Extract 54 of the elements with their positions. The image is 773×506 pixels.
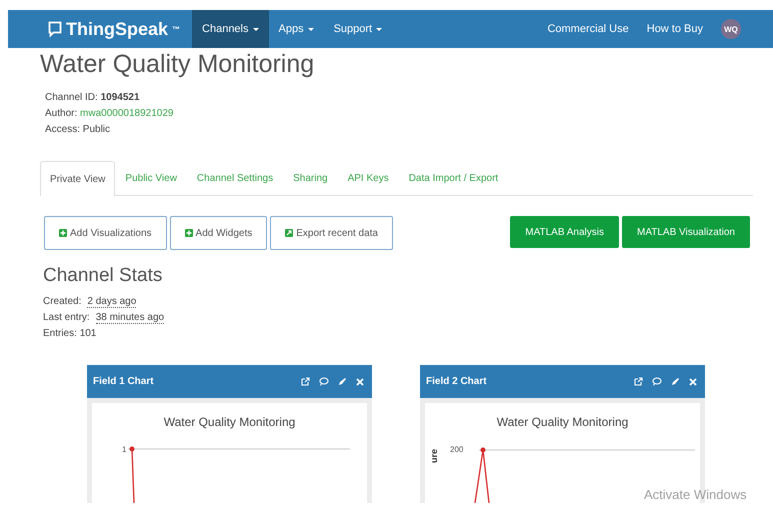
action-button[interactable]: Add Widgets: [170, 216, 268, 250]
comment-icon[interactable]: [319, 377, 329, 386]
nav-menu[interactable]: Apps: [268, 10, 324, 48]
external-link-icon[interactable]: [634, 377, 643, 386]
stat-label: Entries:: [43, 328, 77, 339]
close-icon[interactable]: [356, 378, 364, 386]
author-label: Author:: [45, 108, 78, 119]
nav-link[interactable]: How to Buy: [638, 10, 712, 48]
caret-icon: [376, 28, 382, 30]
author-link[interactable]: mwa0000018921029: [80, 108, 174, 119]
axis-tick-label: 200: [450, 445, 464, 454]
pencil-icon[interactable]: [338, 377, 347, 386]
stat-value: 2 days ago: [87, 296, 136, 308]
matlab-button[interactable]: MATLAB Analysis: [510, 216, 619, 248]
channel-id: 1094521: [100, 92, 140, 103]
stat-label: Created:: [43, 296, 82, 307]
export-icon: [285, 229, 294, 237]
chat-bubble-icon: [48, 20, 62, 38]
nav-menu[interactable]: Support: [324, 10, 392, 48]
caret-icon: [308, 28, 314, 30]
close-icon[interactable]: [689, 378, 697, 386]
tab[interactable]: Private View: [40, 161, 116, 196]
plus-icon: [59, 229, 67, 237]
nav-menu[interactable]: Channels: [192, 10, 268, 48]
channel-id-label: Channel ID:: [45, 92, 98, 103]
card-title: Field 1 Chart: [93, 376, 155, 387]
section-heading: Channel Stats: [43, 264, 164, 288]
tab[interactable]: Public View: [115, 161, 187, 195]
pencil-icon[interactable]: [671, 377, 680, 386]
action-button[interactable]: Export recent data: [270, 216, 393, 250]
stat-value: 101: [80, 328, 96, 339]
access-text: Access: Public: [45, 124, 110, 135]
tab[interactable]: Sharing: [283, 161, 338, 195]
activation-watermark: Activate Windows: [644, 487, 747, 502]
axis-label: ure: [429, 449, 439, 463]
stat-value: 38 minutes ago: [96, 312, 164, 324]
caret-icon: [252, 28, 258, 30]
action-button[interactable]: Add Visualizations: [44, 216, 167, 250]
chart-title: Water Quality Monitoring: [496, 414, 630, 429]
brand-logo[interactable]: ThingSpeak$^{™}$: [66, 10, 180, 48]
matlab-button[interactable]: MATLAB Visualization: [622, 216, 750, 248]
comment-icon[interactable]: [652, 377, 662, 386]
plus-icon: [184, 229, 193, 237]
tab[interactable]: Channel Settings: [186, 161, 284, 195]
tab[interactable]: API Keys: [338, 161, 399, 195]
stat-label: Last entry:: [43, 312, 90, 323]
card-title: Field 2 Chart: [426, 376, 488, 387]
channel-title: Water Quality Monitoring: [40, 49, 316, 79]
external-link-icon[interactable]: [301, 377, 310, 386]
tab[interactable]: Data Import / Export: [398, 161, 508, 195]
user-avatar[interactable]: WQ: [721, 19, 741, 39]
axis-tick-label: 1: [122, 445, 126, 454]
nav-link[interactable]: Commercial Use: [538, 10, 638, 48]
chart-title: Water Quality Monitoring: [162, 414, 296, 429]
